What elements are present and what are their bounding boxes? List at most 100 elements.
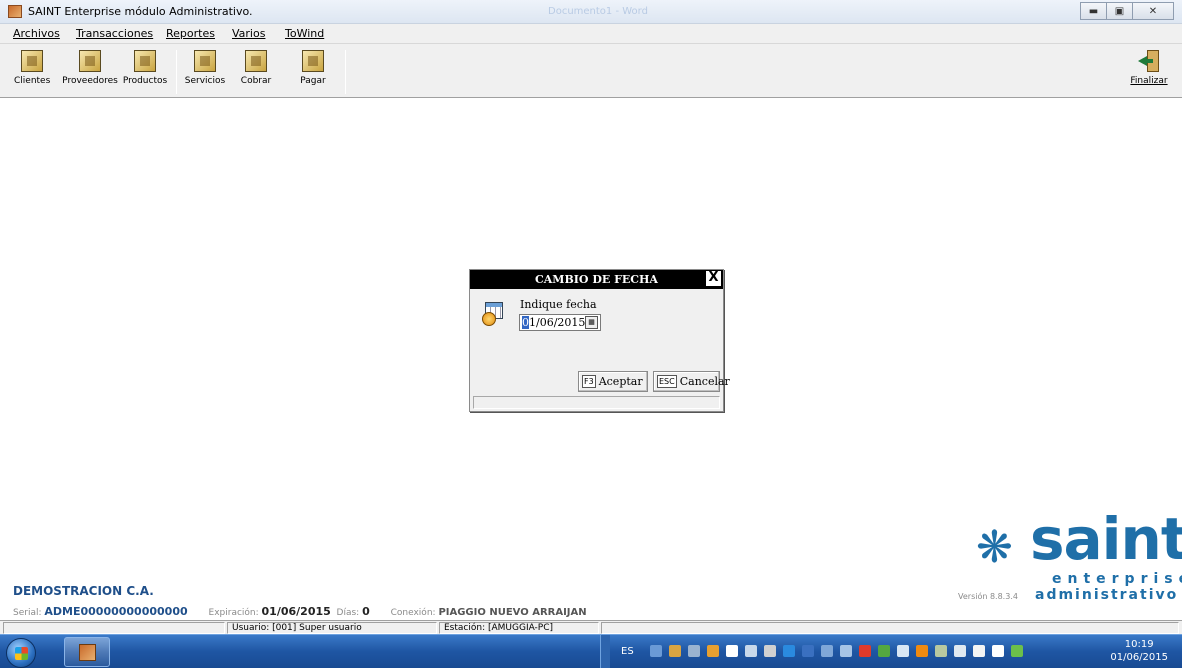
accept-label: Aceptar	[598, 375, 643, 388]
cancel-label: Cancelar	[679, 375, 730, 388]
company-name: DEMOSTRACION C.A.	[13, 584, 154, 598]
toolbar-label: Servicios	[184, 76, 226, 86]
taskbar-saint-app[interactable]	[64, 637, 110, 667]
tray-app-icon[interactable]	[859, 645, 871, 657]
tray-app-icon[interactable]	[726, 645, 738, 657]
bluetooth-icon[interactable]	[650, 645, 662, 657]
start-button[interactable]	[6, 638, 36, 668]
background-window-title: Documento1 - Word	[548, 6, 648, 17]
saint-logo-word: saint	[1030, 505, 1182, 573]
toolbar-separator	[176, 50, 177, 94]
cambio-de-fecha-dialog: CAMBIO DE FECHA X Indique fecha 01/06/20…	[469, 269, 730, 412]
toolbar-pagar-button[interactable]: Pagar	[296, 48, 330, 96]
dialog-close-button[interactable]: X	[706, 271, 721, 286]
tray-app-icon[interactable]	[1011, 645, 1023, 657]
serial-label: Serial:	[13, 608, 42, 618]
tray-app-icon[interactable]	[897, 645, 909, 657]
flag-icon[interactable]	[992, 645, 1004, 657]
toolbar-separator	[345, 50, 346, 94]
menu-transacciones[interactable]: Transacciones	[76, 27, 153, 40]
taskbar-clock[interactable]: 10:19 01/06/2015	[1110, 638, 1168, 664]
cobrar-icon	[245, 50, 267, 72]
serial-value: ADME00000000000000	[44, 605, 188, 618]
toolbar-proveedores-button[interactable]: Proveedores	[62, 48, 118, 96]
date-input[interactable]: 01/06/2015 ▦	[519, 314, 601, 331]
date-selected-text: 0	[522, 316, 529, 329]
tray-app-icon[interactable]	[840, 645, 852, 657]
menu-towind[interactable]: ToWind	[285, 27, 324, 40]
pagar-icon	[302, 50, 324, 72]
tray-app-icon[interactable]	[688, 645, 700, 657]
date-text: 1/06/2015	[529, 316, 586, 329]
toolbar-productos-button[interactable]: Productos	[120, 48, 170, 96]
taskbar-scroll[interactable]	[600, 635, 610, 668]
clientes-icon	[21, 50, 43, 72]
network-icon[interactable]	[954, 645, 966, 657]
tray-app-icon[interactable]	[783, 645, 795, 657]
tray-app-icon[interactable]	[935, 645, 947, 657]
tray-app-icon[interactable]	[916, 645, 928, 657]
esc-key-icon: ESC	[657, 375, 677, 388]
logo-administrativo: administrativo	[1035, 587, 1179, 603]
tray-app-icon[interactable]	[669, 645, 681, 657]
maximize-button[interactable]: ▣	[1106, 2, 1133, 20]
logo-enterprise: enterprise	[1052, 571, 1182, 587]
tray-app-icon[interactable]	[802, 645, 814, 657]
version-label: Versión 8.8.3.4	[958, 592, 1018, 601]
expiration-label: Expiración:	[208, 608, 259, 618]
cancel-button[interactable]: ESC Cancelar	[653, 371, 730, 392]
status-user: Usuario: [001] Super usuario	[227, 622, 437, 634]
toolbar-clientes-button[interactable]: Clientes	[14, 48, 50, 96]
calendar-picker-button[interactable]: ▦	[585, 316, 598, 329]
tray-app-icon[interactable]	[707, 645, 719, 657]
system-tray	[650, 645, 1030, 657]
toolbar-cobrar-button[interactable]: Cobrar	[236, 48, 276, 96]
menu-reportes[interactable]: Reportes	[166, 27, 215, 40]
calendar-clock-icon	[482, 302, 504, 326]
clock-date: 01/06/2015	[1110, 652, 1168, 663]
window-titlebar: SAINT Enterprise módulo Administrativo. …	[0, 0, 1182, 24]
language-indicator[interactable]: ES	[621, 646, 634, 657]
status-panel-empty	[3, 622, 225, 634]
saint-star-logo-icon: ❋	[976, 522, 1013, 573]
saint-app-icon	[79, 644, 96, 661]
status-bar: Usuario: [001] Super usuario Estación: […	[0, 620, 1182, 634]
status-station: Estación: [AMUGGIA-PC]	[439, 622, 599, 634]
menu-bar: Archivos Transacciones Reportes Varios T…	[0, 24, 1182, 44]
accept-button[interactable]: F3 Aceptar	[578, 371, 648, 392]
window-title: SAINT Enterprise módulo Administrativo.	[28, 5, 253, 18]
mail-icon[interactable]	[745, 645, 757, 657]
connection-value: PIAGGIO NUEVO ARRAIJAN	[438, 607, 587, 618]
tray-app-icon[interactable]	[764, 645, 776, 657]
servicios-icon	[194, 50, 216, 72]
date-prompt-label: Indique fecha	[520, 298, 597, 311]
exit-door-icon	[1138, 50, 1160, 72]
toolbar-servicios-button[interactable]: Servicios	[184, 48, 226, 96]
toolbar-finalizar-button[interactable]: Finalizar	[1128, 48, 1170, 96]
connection-label: Conexión:	[390, 608, 436, 618]
f3-key-icon: F3	[582, 375, 596, 388]
productos-icon	[134, 50, 156, 72]
expiration-value: 01/06/2015	[261, 605, 331, 618]
toolbar-label: Proveedores	[62, 76, 118, 86]
proveedores-icon	[79, 50, 101, 72]
dialog-title: CAMBIO DE FECHA	[535, 273, 658, 286]
close-button[interactable]: ✕	[1132, 2, 1174, 20]
windows-taskbar: ES 10:19 01/06/2015	[0, 634, 1182, 668]
tray-app-icon[interactable]	[821, 645, 833, 657]
saint-app-icon[interactable]	[8, 5, 22, 18]
dialog-titlebar: CAMBIO DE FECHA X	[470, 270, 723, 289]
status-panel-extra	[601, 622, 1179, 634]
toolbar-label: Pagar	[300, 76, 326, 86]
dialog-status-panel	[473, 396, 720, 409]
days-label: Días:	[336, 608, 360, 618]
toolbar-label: Productos	[122, 76, 168, 86]
tray-app-icon[interactable]	[878, 645, 890, 657]
clock-time: 10:19	[1124, 639, 1154, 650]
menu-archivos[interactable]: Archivos	[13, 27, 60, 40]
menu-varios[interactable]: Varios	[232, 27, 265, 40]
license-info: Serial: ADME00000000000000 Expiración: 0…	[13, 605, 587, 618]
volume-icon[interactable]	[973, 645, 985, 657]
toolbar: Clientes Proveedores Productos Servicios…	[0, 44, 1182, 98]
minimize-button[interactable]: ▬	[1080, 2, 1107, 20]
